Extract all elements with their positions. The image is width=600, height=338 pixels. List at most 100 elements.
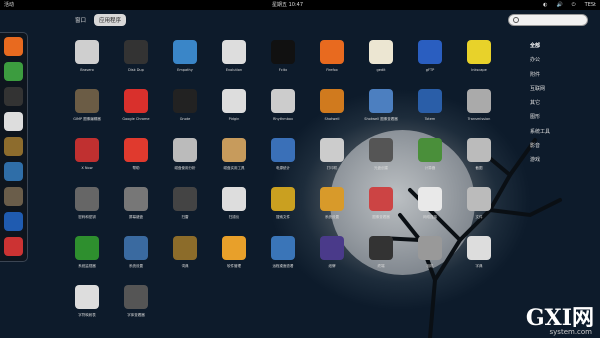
app-launcher[interactable]: 扫描仪 xyxy=(209,185,259,235)
terminal-icon[interactable] xyxy=(4,87,23,106)
app-label: Brasero xyxy=(80,68,94,72)
app-launcher[interactable]: 磁盘实用工具 xyxy=(209,136,259,186)
app-label: 磁盘实用工具 xyxy=(223,166,245,170)
app-launcher[interactable]: Google Chrome xyxy=(111,87,161,137)
app-label: Disk Dup xyxy=(128,68,144,72)
chrome-icon[interactable] xyxy=(4,62,23,81)
gimp-icon[interactable] xyxy=(4,187,23,206)
app-launcher[interactable]: 系统监视器 xyxy=(62,234,112,284)
app-launcher[interactable]: Gnote xyxy=(160,87,210,137)
app-launcher[interactable]: Rhythmbox xyxy=(258,87,308,137)
app-icon xyxy=(271,138,295,162)
app-launcher[interactable]: Pidgin xyxy=(209,87,259,137)
app-launcher[interactable]: 光盘创建 xyxy=(356,136,406,186)
app-launcher[interactable]: 字符映射表 xyxy=(62,283,112,333)
view-tabs: 窗口 应用程序 xyxy=(70,14,127,26)
app-icon xyxy=(369,89,393,113)
category-item[interactable]: 其它 xyxy=(530,99,550,113)
app-launcher[interactable]: 帮助 xyxy=(111,136,161,186)
app-label: 计算器 xyxy=(424,166,436,170)
activities-button[interactable]: 活动 xyxy=(4,0,14,10)
network-icon[interactable]: ◐ xyxy=(543,0,547,10)
category-item[interactable]: 全部 xyxy=(530,42,550,56)
power-icon[interactable]: ⏻ xyxy=(572,0,576,10)
category-item[interactable]: 互联网 xyxy=(530,85,550,99)
app-launcher[interactable]: 图像查看器 xyxy=(356,185,406,235)
app-icon xyxy=(124,89,148,113)
app-launcher[interactable]: gedit xyxy=(356,38,406,88)
app-launcher[interactable]: 词典 xyxy=(160,234,210,284)
app-launcher[interactable]: 电源统计 xyxy=(258,136,308,186)
app-icon xyxy=(173,138,197,162)
app-launcher[interactable]: 软件管理 xyxy=(209,234,259,284)
app-icon xyxy=(271,40,295,64)
app-launcher[interactable]: 截图 xyxy=(454,136,504,186)
app-label: 文件 xyxy=(475,215,483,219)
app-launcher[interactable]: 屏幕键盘 xyxy=(111,185,161,235)
app-launcher[interactable]: 打印机 xyxy=(307,136,357,186)
app-launcher[interactable]: Fcitx xyxy=(258,38,308,88)
app-launcher[interactable]: Disk Dup xyxy=(111,38,161,88)
app-launcher[interactable]: 字体查看器 xyxy=(111,283,161,333)
app-label: Transmission xyxy=(467,117,491,121)
app-label: 打印机 xyxy=(326,166,338,170)
category-item[interactable]: 附件 xyxy=(530,71,550,85)
app-icon xyxy=(75,187,99,211)
tab-windows[interactable]: 窗口 xyxy=(70,14,91,26)
app-launcher[interactable]: 磁盘使用分析 xyxy=(160,136,210,186)
app-launcher[interactable]: 终端 xyxy=(356,234,406,284)
app-launcher[interactable]: Firefox xyxy=(307,38,357,88)
firefox-icon[interactable] xyxy=(4,37,23,56)
category-item[interactable]: 游戏 xyxy=(530,156,550,170)
app-launcher[interactable]: Totem xyxy=(405,87,455,137)
books-icon[interactable] xyxy=(4,137,23,156)
user-menu[interactable]: TESt xyxy=(585,0,596,10)
dictionary-icon[interactable] xyxy=(4,212,23,231)
app-icon xyxy=(467,40,491,64)
app-launcher[interactable]: 系统设置 xyxy=(307,185,357,235)
app-icon xyxy=(75,40,99,64)
app-launcher[interactable]: 文件 xyxy=(454,185,504,235)
clock[interactable]: 星期五 10:47 xyxy=(272,0,303,10)
app-label: GIMP 图像编辑器 xyxy=(73,117,101,121)
app-launcher[interactable]: GIMP 图像编辑器 xyxy=(62,87,112,137)
app-icon xyxy=(173,236,197,260)
app-launcher[interactable]: Inkscape xyxy=(454,38,504,88)
category-item[interactable]: 系统工具 xyxy=(530,128,550,142)
app-launcher[interactable]: Evolution xyxy=(209,38,259,88)
app-launcher[interactable]: Shotwell 图像查看器 xyxy=(356,87,406,137)
app-launcher[interactable]: gFTP xyxy=(405,38,455,88)
app-launcher[interactable]: 网络连接 xyxy=(405,185,455,235)
search-input[interactable] xyxy=(508,14,588,26)
category-item[interactable]: 影音 xyxy=(530,142,550,156)
app-launcher[interactable]: 字典 xyxy=(454,234,504,284)
app-label: Totem xyxy=(424,117,436,121)
app-launcher[interactable]: 纸牌 xyxy=(307,234,357,284)
app-launcher[interactable]: 密码和密钥 xyxy=(62,185,112,235)
app-launcher[interactable]: Brasero xyxy=(62,38,112,88)
volume-icon[interactable]: 🔊 xyxy=(556,0,562,10)
app-label: 屏幕键盘 xyxy=(129,215,143,219)
text-editor-icon[interactable] xyxy=(4,112,23,131)
app-launcher[interactable]: 计算器 xyxy=(405,136,455,186)
tab-applications[interactable]: 应用程序 xyxy=(94,14,127,26)
app-icon xyxy=(418,138,442,162)
app-launcher[interactable]: 远程桌面查看 xyxy=(258,234,308,284)
app-icon xyxy=(124,285,148,309)
swirl-icon[interactable] xyxy=(4,162,23,181)
app-launcher[interactable]: 搜索文件 xyxy=(258,185,308,235)
app-launcher[interactable]: 扫雷 xyxy=(160,185,210,235)
app-launcher[interactable]: Empathy xyxy=(160,38,210,88)
app-label: Pidgin xyxy=(228,117,240,121)
installer-icon[interactable] xyxy=(4,237,23,256)
app-launcher[interactable]: X Now xyxy=(62,136,112,186)
app-launcher[interactable]: 系统设置 xyxy=(111,234,161,284)
app-launcher[interactable]: 相机 xyxy=(405,234,455,284)
category-item[interactable]: 图形 xyxy=(530,113,550,127)
app-launcher[interactable]: Transmission xyxy=(454,87,504,137)
category-item[interactable]: 办公 xyxy=(530,56,550,70)
system-tray: ◐ 🔊 ⏻ TESt xyxy=(543,0,596,10)
app-launcher[interactable]: Shotwell xyxy=(307,87,357,137)
app-label: 远程桌面查看 xyxy=(272,264,294,268)
app-icon xyxy=(124,138,148,162)
